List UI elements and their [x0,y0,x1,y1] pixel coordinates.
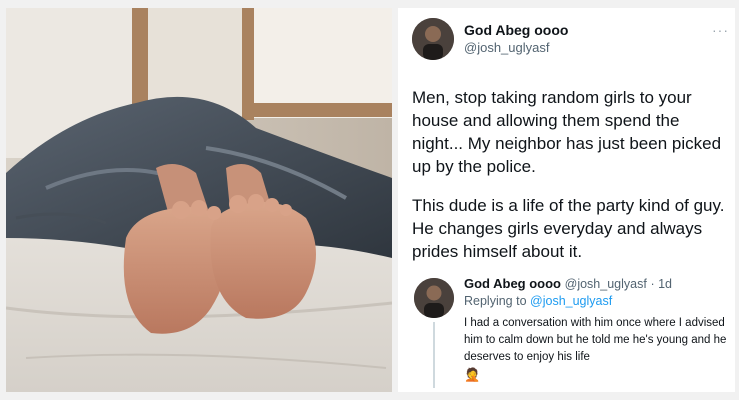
thread-line [433,322,435,388]
facepalm-emoji-icon: 🤦 [464,367,481,382]
main-tweet-paragraph-1: Men, stop taking random girls to your ho… [412,88,722,176]
replying-to-handle-link[interactable]: @josh_uglyasf [530,294,612,308]
reply-author-handle[interactable]: @josh_uglyasf [565,277,647,291]
main-tweet-avatar[interactable] [412,18,454,60]
reply-author-name[interactable]: God Abeg oooo [464,276,561,291]
bed-feet-photo [6,8,392,392]
reply-body: I had a conversation with him once where… [464,317,727,363]
main-tweet-author-name[interactable]: God Abeg oooo [464,22,568,38]
ellipsis-icon[interactable]: ··· [712,22,729,38]
reply-header: God Abeg oooo @josh_uglyasf · 1d [464,276,734,291]
screenshot-frame: God Abeg oooo @josh_uglyasf ··· Men, sto… [0,0,739,400]
reply-text: I had a conversation with him once where… [464,315,728,385]
reply-time[interactable]: · 1d [650,277,672,291]
reply-avatar[interactable] [414,278,454,318]
main-tweet-author-handle[interactable]: @josh_uglyasf [464,40,549,55]
replying-to-label: Replying to [464,294,527,308]
replying-to-line: Replying to @josh_uglyasf [464,294,612,308]
main-tweet-paragraph-2: This dude is a life of the party kind of… [412,196,725,261]
tweet-card: God Abeg oooo @josh_uglyasf ··· Men, sto… [398,8,735,392]
